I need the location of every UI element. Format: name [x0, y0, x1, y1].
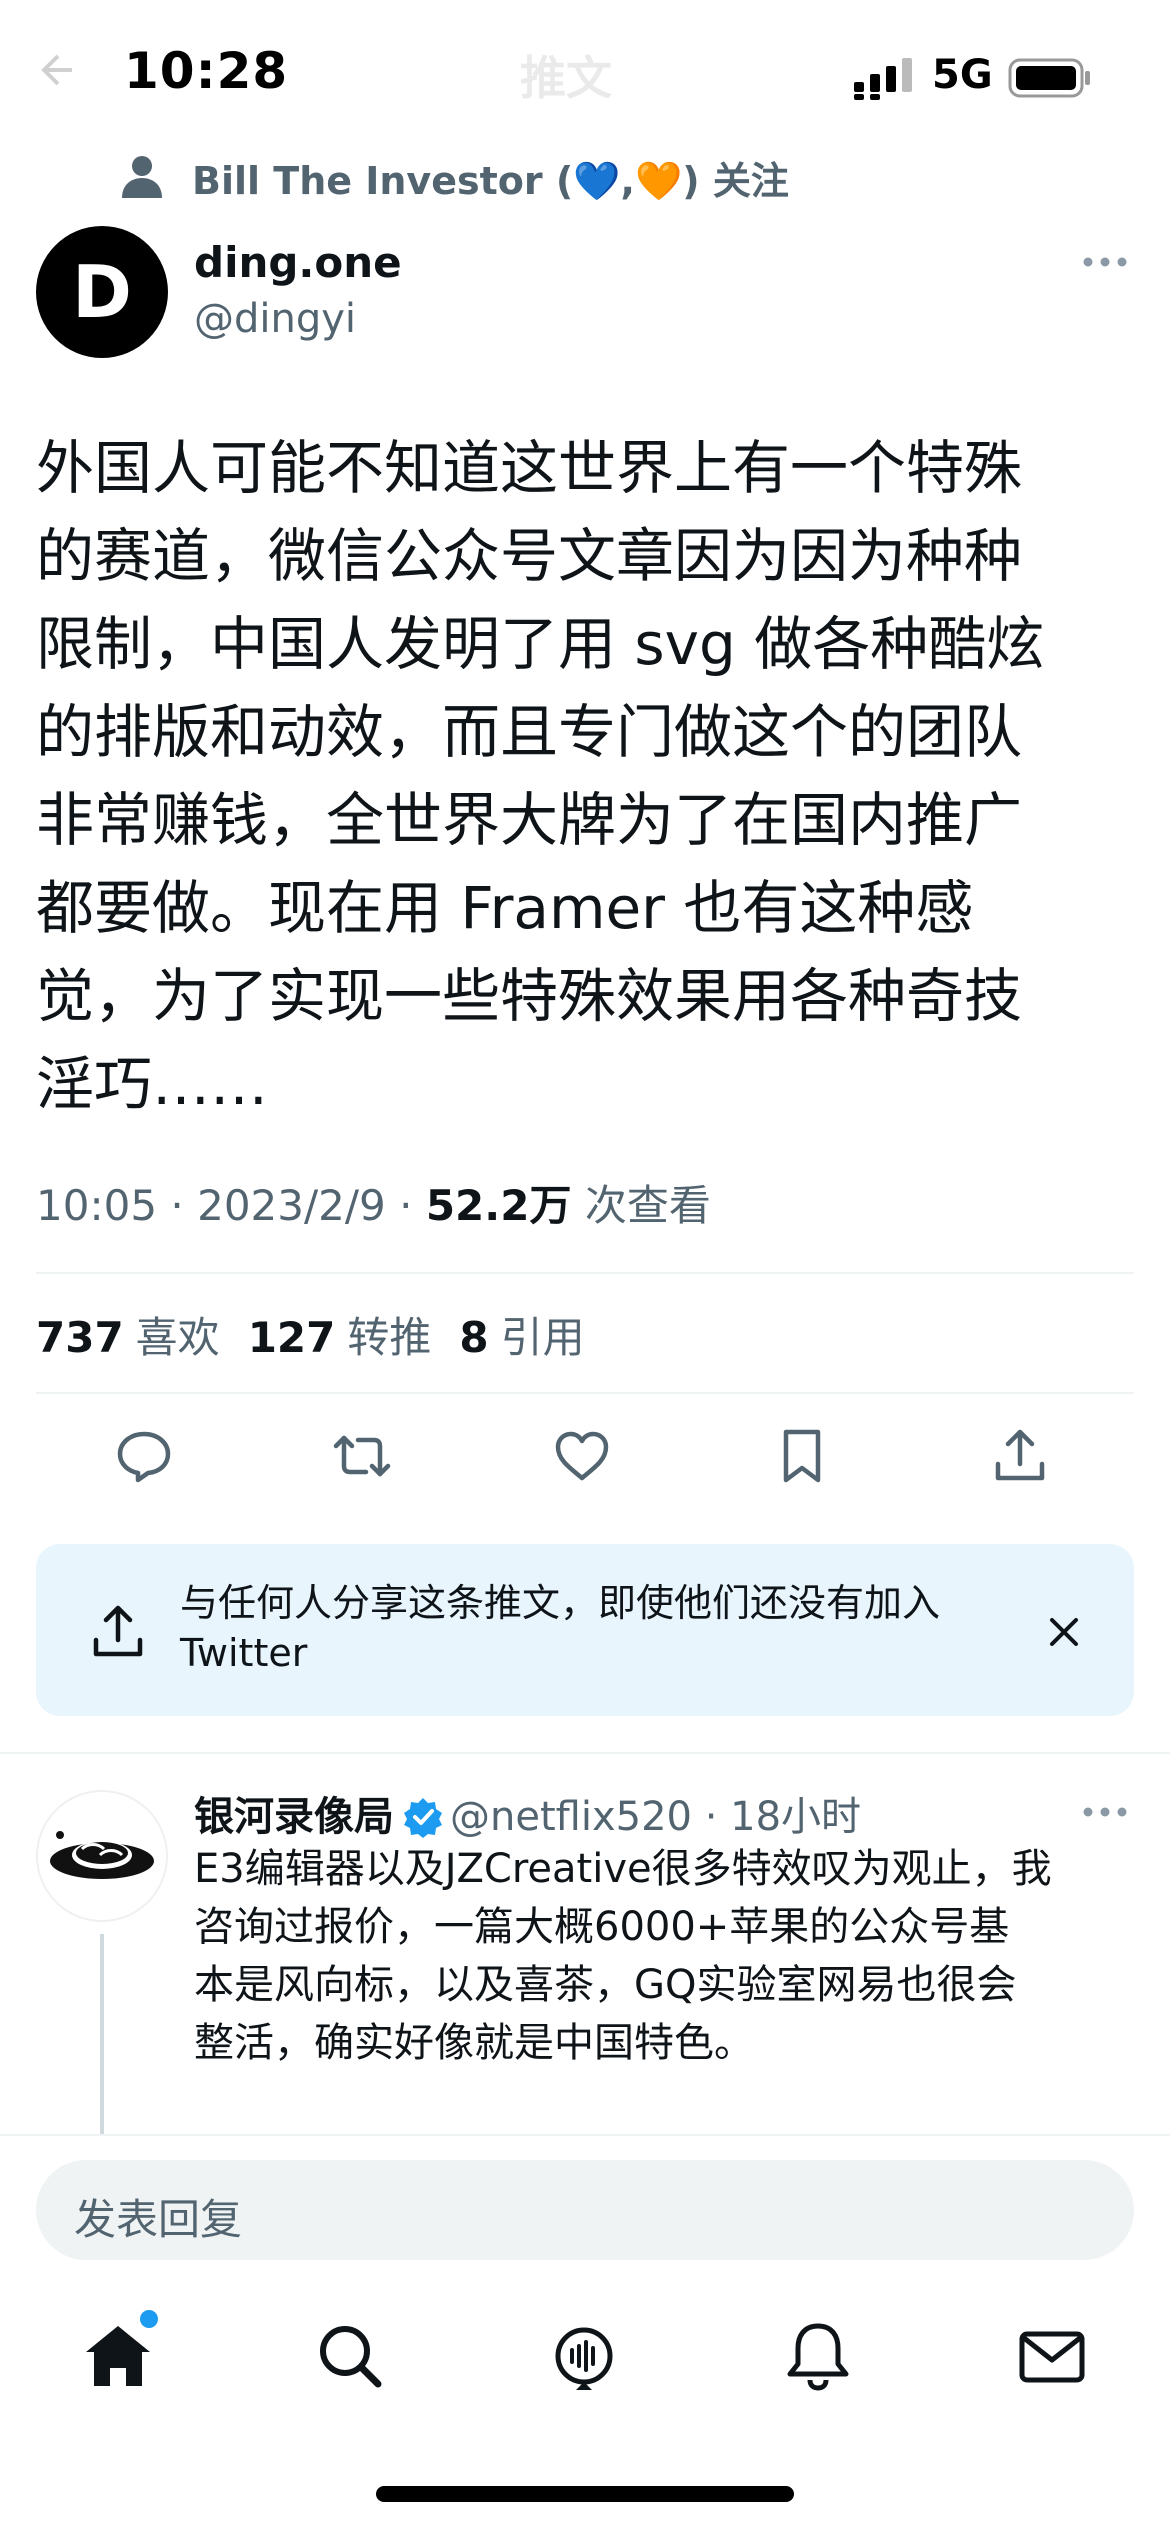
quotes-count: 8	[459, 1313, 489, 1362]
tweet-text-line: 都要做。现在用 Framer 也有这种感	[36, 874, 974, 942]
tweet-meta: 10:05 · 2023/2/9 · 52.2万 次查看	[36, 1181, 711, 1230]
reply-avatar[interactable]	[36, 1790, 168, 1922]
likes-count: 737	[36, 1313, 124, 1362]
retweets-label: 转推	[347, 1313, 432, 1362]
tweet-text-line: 的赛道，微信公众号文章因为因为种种	[36, 522, 1023, 590]
header-title: 推文	[520, 51, 612, 105]
home-indicator	[376, 2486, 794, 2502]
retweets-stat[interactable]: 127 转推	[248, 1313, 432, 1362]
share-icon[interactable]	[988, 1424, 1052, 1488]
tweet-text-line: 非常赚钱，全世界大牌为了在国内推广	[36, 786, 1023, 854]
reply-author-handle[interactable]: @netflix520	[450, 1794, 692, 1840]
signal-icon	[854, 58, 912, 100]
tweet-text-line: 觉，为了实现一些特殊效果用各种奇技	[36, 962, 1023, 1030]
search-icon[interactable]	[312, 2318, 388, 2394]
reply-header: 银河录像局 @netflix520 · 18小时	[194, 1794, 862, 1840]
tweet-text-line: 限制，中国人发明了用 svg 做各种酷炫	[36, 610, 1045, 678]
network-label: 5G	[932, 52, 993, 98]
more-options-icon[interactable]	[1082, 252, 1128, 272]
social-context[interactable]: Bill The Investor (💙,🧡) 关注	[192, 150, 789, 205]
verified-badge-icon	[404, 1798, 442, 1838]
reply-text-line: 整活，确实好像就是中国特色。	[194, 2020, 754, 2066]
reply-text-line: 咨询过报价，一篇大概6000+苹果的公众号基	[194, 1904, 1010, 1950]
author-handle[interactable]: @dingyi	[194, 296, 356, 342]
retweets-count: 127	[247, 1313, 336, 1362]
share-banner[interactable]: 与任何人分享这条推文，即使他们还没有加入 Twitter	[36, 1544, 1134, 1716]
messages-envelope-icon[interactable]	[1014, 2318, 1090, 2394]
likes-label: 喜欢	[135, 1313, 220, 1362]
share-banner-text: 与任何人分享这条推文，即使他们还没有加入 Twitter	[180, 1581, 941, 1675]
tweet-date: 2023/2/9	[197, 1181, 386, 1230]
more-options-icon[interactable]	[1082, 1802, 1128, 1822]
person-icon	[122, 156, 162, 198]
status-time: 10:28	[124, 42, 289, 100]
tweet-stats: 737 喜欢 127 转推 8 引用	[36, 1304, 585, 1365]
thread-line	[100, 1934, 104, 2134]
reply-avatar-logo-icon	[50, 1831, 154, 1879]
close-icon[interactable]	[1044, 1612, 1084, 1652]
author-name[interactable]: ding.one	[194, 238, 402, 287]
author-avatar[interactable]: D	[36, 226, 168, 358]
bookmark-icon[interactable]	[770, 1424, 834, 1488]
retweet-icon[interactable]	[330, 1424, 394, 1488]
tweet-text-line: 外国人可能不知道这世界上有一个特殊	[36, 434, 1023, 502]
reply-text-line: 本是风向标，以及喜茶，GQ实验室网易也很会	[194, 1962, 1017, 2008]
reply-compose-field[interactable]: 发表回复	[36, 2160, 1134, 2260]
quotes-stat[interactable]: 8 引用	[459, 1313, 584, 1362]
tweet-text: 外国人可能不知道这世界上有一个特殊 的赛道，微信公众号文章因为因为种种 限制，中…	[36, 424, 1136, 1128]
view-label: 次查看	[584, 1181, 711, 1230]
likes-stat[interactable]: 737 喜欢	[36, 1313, 220, 1362]
divider	[36, 1272, 1134, 1274]
notification-dot	[140, 2310, 158, 2328]
divider	[36, 1392, 1134, 1394]
tweet-text-line: 淫巧……	[36, 1050, 269, 1118]
reply-text-line: E3编辑器以及JZCreative很多特效叹为观止，我	[194, 1846, 1052, 1892]
quotes-label: 引用	[500, 1313, 585, 1362]
compose-placeholder: 发表回复	[74, 2195, 243, 2244]
share-icon	[93, 1605, 143, 1657]
avatar-letter: D	[72, 250, 132, 334]
divider	[0, 1752, 1170, 1754]
tweet-text-line: 的排版和动效，而且专门做这个的团队	[36, 698, 1023, 766]
reply-icon[interactable]	[112, 1424, 176, 1488]
reply-text: E3编辑器以及JZCreative很多特效叹为观止，我 咨询过报价，一篇大概60…	[194, 1840, 1144, 2072]
home-icon[interactable]	[80, 2318, 156, 2394]
reply-author-name[interactable]: 银河录像局	[194, 1794, 394, 1840]
tweet-time: 10:05	[36, 1181, 158, 1230]
spaces-icon[interactable]	[546, 2318, 622, 2394]
view-count: 52.2万	[425, 1181, 572, 1230]
back-arrow-icon[interactable]	[36, 50, 76, 90]
notifications-bell-icon[interactable]	[780, 2318, 856, 2394]
like-heart-icon[interactable]	[550, 1424, 614, 1488]
battery-icon	[1008, 58, 1090, 98]
reply-time: 18小时	[730, 1794, 862, 1840]
